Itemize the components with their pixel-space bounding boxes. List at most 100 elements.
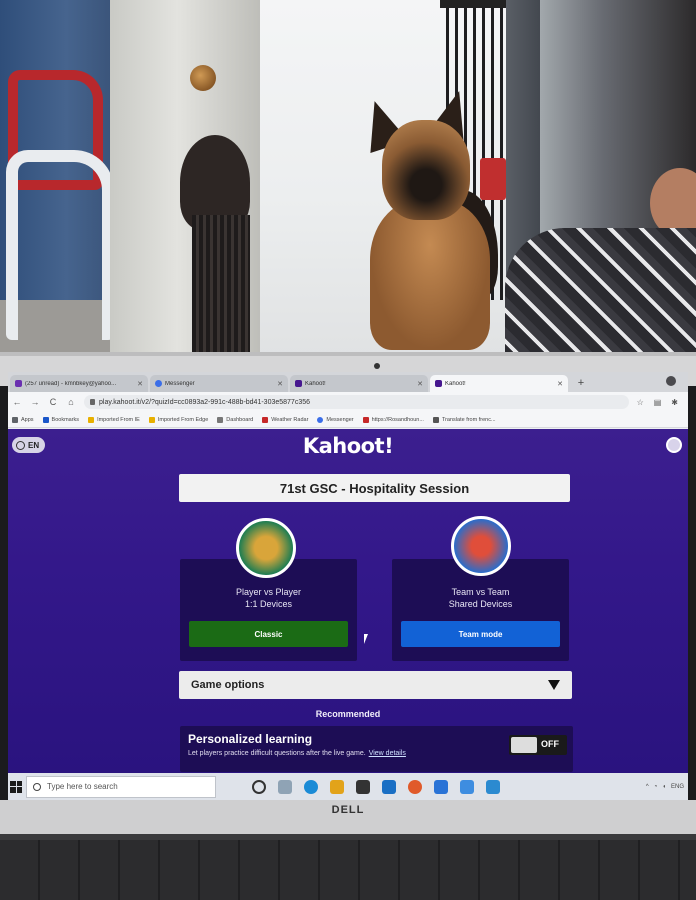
google-icon: [432, 416, 439, 423]
address-toolbar: ← → C ⌂ play.kahoot.it/v2/?quizId=cc0893…: [8, 392, 688, 412]
game-options-dropdown[interactable]: Game options: [179, 671, 572, 699]
white-chair: [6, 150, 114, 340]
store-icon[interactable]: [356, 779, 370, 794]
toggle-state: OFF: [541, 739, 559, 749]
bookmark-messenger[interactable]: Messenger: [317, 416, 354, 423]
window-menu-icon[interactable]: [666, 376, 676, 386]
messenger-icon: [155, 380, 162, 387]
bookmark-folder-ie[interactable]: Imported From IE: [88, 416, 140, 423]
cortana-icon[interactable]: [252, 779, 266, 794]
bookmark-label: Dashboard: [226, 416, 254, 423]
browser-tab[interactable]: Kahoot! ✕: [290, 375, 428, 392]
volume-icon[interactable]: ◖: [662, 784, 666, 790]
edge-icon[interactable]: [304, 779, 318, 794]
close-icon[interactable]: ✕: [417, 380, 423, 388]
quiz-title: 71st GSC - Hospitality Session: [179, 474, 570, 502]
url-text: play.kahoot.it/v2/?quizId=cc0893a2-991c-…: [99, 398, 311, 406]
personalized-learning-title: Personalized learning: [188, 732, 313, 746]
mail-icon[interactable]: [382, 779, 396, 794]
bookmark-label: Apps: [21, 416, 34, 423]
messenger-app-icon[interactable]: [434, 779, 448, 794]
bookmark-bookmarks[interactable]: Bookmarks: [42, 416, 79, 423]
bookmark-folder-edge[interactable]: Imported From Edge: [148, 416, 209, 423]
language-indicator[interactable]: ENG: [671, 784, 684, 790]
bookmark-rosandhoun[interactable]: https://Rosandhoun...: [362, 416, 424, 423]
bookmark-translate[interactable]: Translate from frenc...: [432, 416, 496, 423]
network-icon[interactable]: ◔: [654, 784, 658, 790]
game-options-label: Game options: [191, 679, 265, 691]
recommended-heading: Recommended: [315, 709, 381, 719]
taskbar-search-box[interactable]: Type here to search: [26, 775, 216, 798]
tray-arrow-icon[interactable]: ^: [646, 784, 649, 790]
bookmark-label: https://Rosandhoun...: [371, 416, 424, 423]
forward-icon[interactable]: →: [30, 397, 40, 407]
chrome-icon[interactable]: [408, 779, 422, 794]
kahoot-logo: Kahoot!: [302, 434, 394, 458]
bookmark-apps[interactable]: Apps: [12, 416, 34, 423]
laptop-keyboard: [0, 834, 696, 900]
close-icon[interactable]: ✕: [137, 380, 143, 388]
bookmark-weather[interactable]: Weather Radar: [262, 416, 309, 423]
windows-taskbar: Type here to search ^ ◔ ◖ ENG: [8, 773, 688, 800]
dog-head: [382, 120, 470, 220]
browser-tab[interactable]: (257 unread) - kmnbkey@yahoo... ✕: [10, 375, 148, 392]
shared-device-icon: [451, 516, 511, 576]
bookmark-label: Messenger: [326, 416, 354, 423]
mode-title: Team vs Team: [451, 587, 510, 597]
bookmark-label: Imported From Edge: [157, 416, 209, 423]
folder-icon: [88, 416, 95, 423]
address-bar[interactable]: play.kahoot.it/v2/?quizId=cc0893a2-991c-…: [84, 395, 629, 409]
search-icon: [33, 782, 41, 791]
classic-button[interactable]: Classic: [189, 621, 348, 647]
tab-label: (257 unread) - kmnbkey@yahoo...: [25, 380, 117, 387]
star-icon: [42, 416, 49, 423]
webcam: [374, 363, 380, 369]
mouse-cursor-icon: [364, 634, 368, 644]
mode-subtitle: 1:1 Devices: [244, 599, 293, 609]
laptop-screen: (257 unread) - kmnbkey@yahoo... ✕ Messen…: [8, 372, 688, 800]
tab-favicon-icon: [15, 380, 22, 387]
reading-list-icon[interactable]: ▤: [654, 398, 662, 407]
system-tray: ^ ◔ ◖ ENG: [646, 784, 684, 790]
bookmark-label: Translate from frenc...: [441, 416, 496, 423]
dashboard-icon: [217, 416, 224, 423]
home-icon[interactable]: ⌂: [66, 397, 76, 407]
taskbar-pinned-apps: [252, 779, 500, 794]
mode-subtitle: Shared Devices: [448, 599, 513, 609]
file-explorer-icon[interactable]: [330, 779, 344, 794]
background-photo-scene: [0, 0, 696, 358]
settings-gear-icon[interactable]: [460, 779, 474, 794]
messenger-icon: [317, 416, 324, 423]
tab-label: Kahoot!: [445, 380, 466, 387]
lock-icon: [90, 399, 95, 405]
close-icon[interactable]: ✕: [557, 380, 563, 388]
app-icon[interactable]: [486, 779, 500, 794]
windows-start-icon[interactable]: [10, 780, 22, 793]
tab-label: Messenger: [165, 380, 195, 387]
bookmark-label: Weather Radar: [271, 416, 309, 423]
browser-tab-active[interactable]: Kahoot! ✕: [430, 375, 568, 392]
browser-tab[interactable]: Messenger ✕: [150, 375, 288, 392]
dog-body: [370, 200, 490, 350]
reload-icon[interactable]: C: [48, 397, 58, 407]
bookmarks-bar: Apps Bookmarks Imported From IE Imported…: [8, 412, 688, 428]
extensions-icon[interactable]: ✱: [671, 398, 678, 407]
view-details-link[interactable]: View details: [369, 750, 406, 757]
task-view-icon[interactable]: [278, 779, 292, 794]
bookmark-dashboard[interactable]: Dashboard: [217, 416, 254, 423]
team-mode-button[interactable]: Team mode: [401, 621, 560, 647]
apps-grid-icon: [12, 416, 18, 423]
patterned-sofa: [505, 228, 696, 358]
close-icon[interactable]: ✕: [277, 380, 283, 388]
patio-chairs: [6, 60, 116, 350]
personalized-learning-toggle[interactable]: OFF: [509, 735, 567, 755]
hanging-mitten: [158, 135, 276, 355]
site-icon: [362, 416, 369, 423]
door-knob: [190, 65, 216, 91]
kahoot-icon: [435, 380, 442, 387]
user-profile-icon[interactable]: [666, 437, 682, 453]
personalized-learning-card: Personalized learning Let players practi…: [180, 726, 573, 772]
back-icon[interactable]: ←: [12, 397, 22, 407]
new-tab-button[interactable]: +: [574, 376, 588, 390]
star-icon[interactable]: ☆: [637, 398, 644, 407]
